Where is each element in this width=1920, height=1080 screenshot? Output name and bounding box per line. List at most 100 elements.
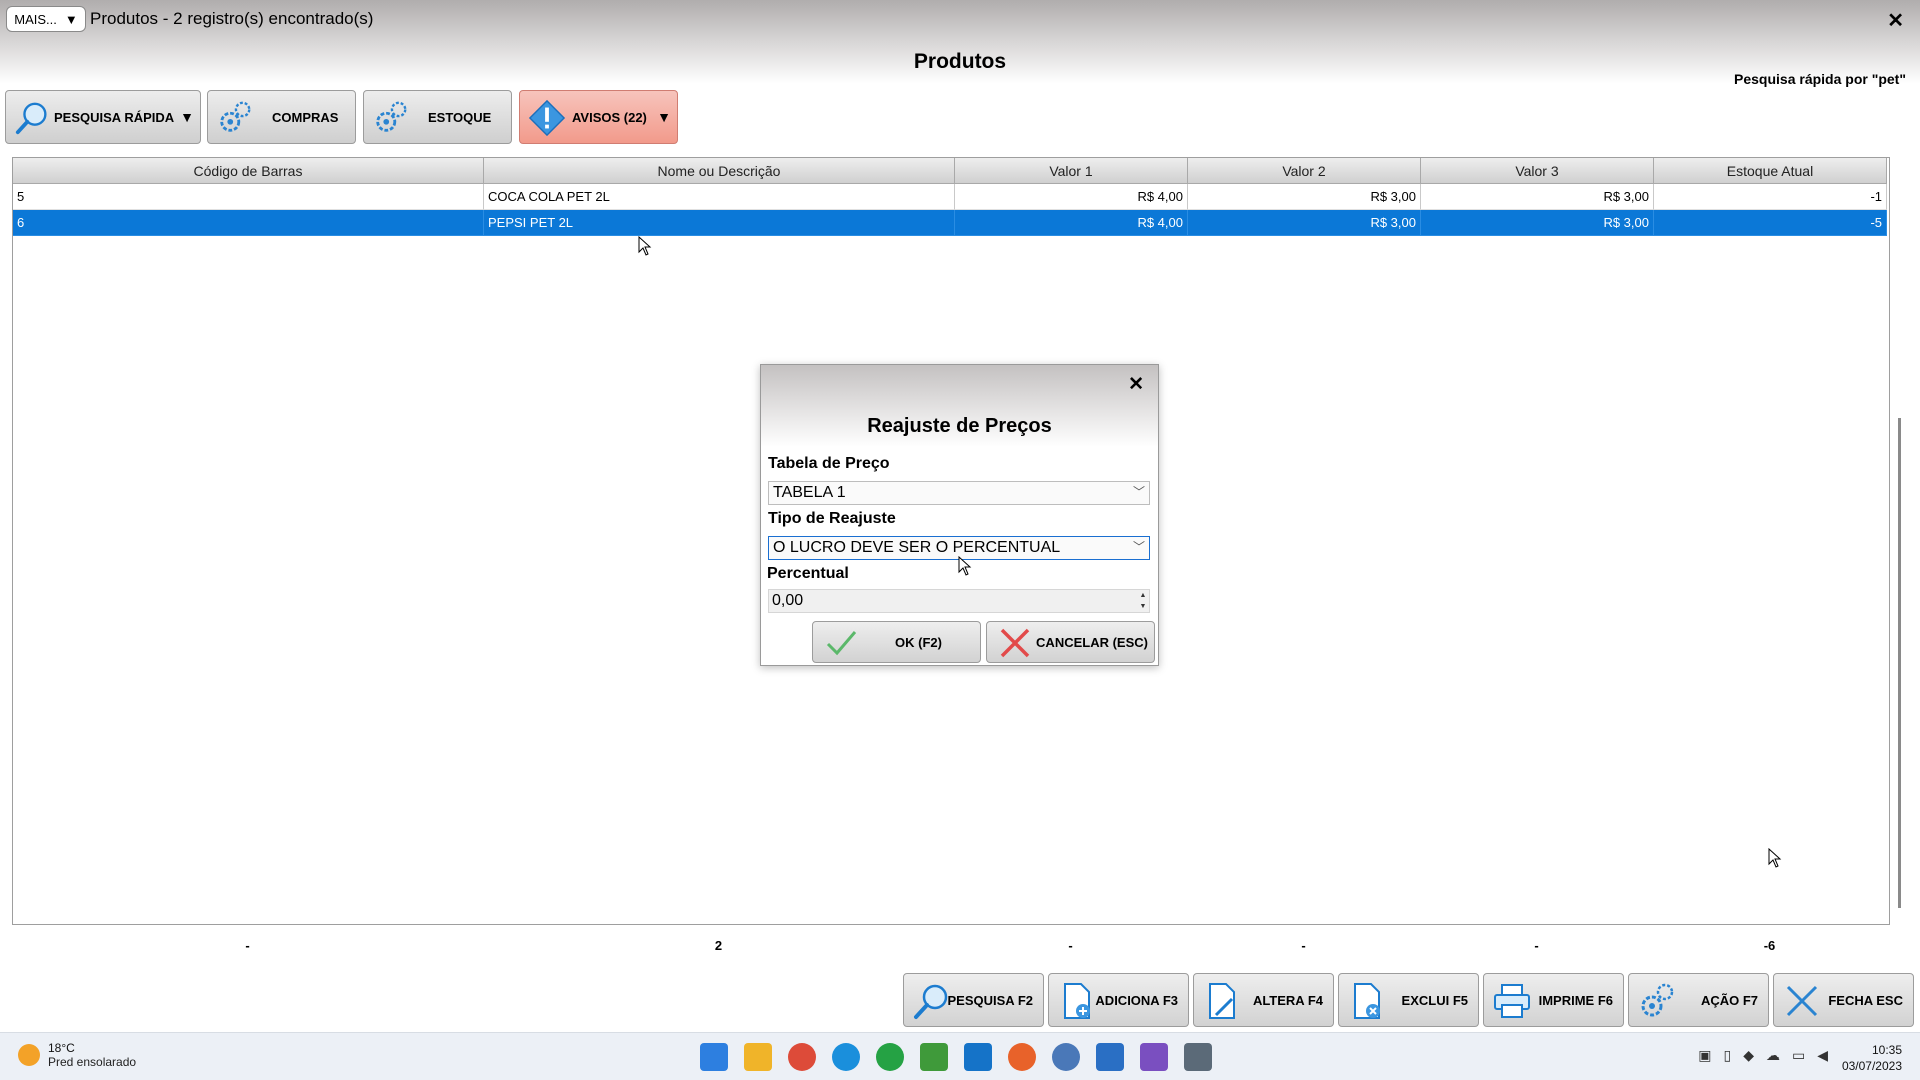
clock[interactable]: 10:35 03/07/2023 xyxy=(1842,1042,1902,1074)
compras-label: COMPRAS xyxy=(272,110,339,125)
imprime-f6-label: IMPRIME F6 xyxy=(1538,993,1613,1008)
chevron-down-icon: ▼ xyxy=(64,11,78,27)
acao-f7-label: AÇÃO F7 xyxy=(1700,993,1758,1008)
date: 03/07/2023 xyxy=(1841,1059,1902,1073)
cancel-x-icon xyxy=(1000,628,1030,658)
chevron-down-icon: ﹀ xyxy=(1132,485,1145,499)
dialog-close-button[interactable]: ✕ xyxy=(1128,373,1144,396)
start-icon[interactable] xyxy=(700,1043,728,1071)
cancel-button[interactable]: CANCELAR (ESC) xyxy=(986,621,1155,663)
settings-icon[interactable] xyxy=(1052,1043,1080,1071)
ok-label: OK (F2) xyxy=(895,635,942,650)
estoque-label: ESTOQUE xyxy=(428,110,492,125)
weather-text: Pred ensolarado xyxy=(48,1055,137,1069)
quick-search-label: PESQUISA RÁPIDA xyxy=(54,110,175,125)
gears-icon xyxy=(220,101,251,132)
close-window-button[interactable]: ✕ xyxy=(1887,8,1904,33)
mais-menu-button[interactable]: MAIS... ▼ xyxy=(6,6,86,32)
fecha-esc-label: FECHA ESC xyxy=(1828,993,1903,1008)
cell-valor3: R$ 3,00 xyxy=(1421,184,1654,210)
file-explorer-icon[interactable] xyxy=(744,1043,772,1071)
exclui-f5-button[interactable]: EXCLUI F5 xyxy=(1338,973,1479,1027)
table-row-selected[interactable]: 6 PEPSI PET 2L R$ 4,00 R$ 3,00 R$ 3,00 -… xyxy=(13,210,1887,236)
mouse-cursor-icon xyxy=(638,236,652,256)
imprime-f6-button[interactable]: IMPRIME F6 xyxy=(1483,973,1624,1027)
edit-document-icon xyxy=(1209,983,1235,1019)
notepad-icon[interactable] xyxy=(1096,1043,1124,1071)
chevron-down-icon[interactable]: ▼ xyxy=(657,109,671,125)
column-header[interactable]: Código de Barras xyxy=(13,158,484,184)
tabela-select[interactable]: TABELA 1 ﹀ xyxy=(768,481,1150,505)
table-header: Código de Barras Nome ou Descrição Valor… xyxy=(13,158,1887,184)
media-icon[interactable] xyxy=(1140,1043,1168,1071)
cell-codigo: 5 xyxy=(13,184,484,210)
tabela-label: Tabela de Preço xyxy=(768,455,890,472)
volume-icon[interactable]: ◀ xyxy=(1817,1047,1828,1064)
cell-valor1: R$ 4,00 xyxy=(955,210,1188,236)
estoque-button[interactable]: ESTOQUE xyxy=(363,90,512,144)
cell-valor2: R$ 3,00 xyxy=(1188,210,1421,236)
network-icon[interactable]: ▭ xyxy=(1792,1047,1805,1064)
title-bar: MAIS... ▼ Produtos - 2 registro(s) encon… xyxy=(0,0,1920,40)
compras-button[interactable]: COMPRAS xyxy=(207,90,356,144)
quick-search-button[interactable]: PESQUISA RÁPIDA ▼ xyxy=(5,90,201,144)
erp-app-icon[interactable] xyxy=(1184,1043,1212,1071)
tipo-value: O LUCRO DEVE SER O PERCENTUAL xyxy=(773,539,1061,556)
chevron-down-icon: ﹀ xyxy=(1132,540,1145,554)
altera-f4-button[interactable]: ALTERA F4 xyxy=(1193,973,1334,1027)
total-cell: - xyxy=(245,938,250,953)
cell-valor2: R$ 3,00 xyxy=(1188,184,1421,210)
fecha-esc-button[interactable]: FECHA ESC xyxy=(1773,973,1914,1027)
pesquisa-f2-button[interactable]: PESQUISA F2 xyxy=(903,973,1044,1027)
adiciona-f3-label: ADICIONA F3 xyxy=(1095,993,1178,1008)
percentual-input[interactable]: 0,00 ▲ ▼ xyxy=(768,589,1150,613)
cancel-label: CANCELAR (ESC) xyxy=(1036,635,1148,650)
column-header[interactable]: Valor 3 xyxy=(1421,158,1654,184)
chrome-icon[interactable] xyxy=(788,1043,816,1071)
percentual-value: 0,00 xyxy=(772,592,804,609)
chevron-down-icon[interactable]: ▼ xyxy=(180,109,194,125)
avisos-button[interactable]: AVISOS (22) ▼ xyxy=(519,90,678,144)
total-cell: -6 xyxy=(1763,938,1776,953)
cell-valor1: R$ 4,00 xyxy=(955,184,1188,210)
add-document-icon xyxy=(1064,983,1090,1019)
products-window: MAIS... ▼ Produtos - 2 registro(s) encon… xyxy=(0,0,1920,1032)
quick-search-status: Pesquisa rápida por "pet" xyxy=(1734,71,1906,87)
vertical-scrollbar[interactable] xyxy=(1898,418,1901,908)
mouse-cursor-icon xyxy=(1768,848,1782,868)
tray-app-icon[interactable]: ▣ xyxy=(1698,1047,1711,1064)
ok-button[interactable]: OK (F2) xyxy=(812,621,981,663)
cloud-icon[interactable]: ☁ xyxy=(1766,1047,1780,1064)
spin-buttons[interactable]: ▲ ▼ xyxy=(1137,590,1149,612)
dialog-title: Reajuste de Preços xyxy=(867,415,1052,437)
firefox-icon[interactable] xyxy=(1008,1043,1036,1071)
os-taskbar: 18°C Pred ensolarado ▣ ▯ ◆ ☁ ▭ ◀ 10:35 0… xyxy=(0,1032,1920,1080)
warning-diamond-icon xyxy=(528,99,566,137)
tabela-value: TABELA 1 xyxy=(773,484,846,501)
acao-f7-button[interactable]: AÇÃO F7 xyxy=(1628,973,1769,1027)
page-title: Produtos xyxy=(913,50,1007,73)
column-header[interactable]: Estoque Atual xyxy=(1654,158,1887,184)
column-header[interactable]: Nome ou Descrição xyxy=(484,158,955,184)
total-cell: 2 xyxy=(714,938,723,953)
cell-estoque: -5 xyxy=(1654,210,1887,236)
total-cell: - xyxy=(1301,938,1306,953)
window-title: Produtos - 2 registro(s) encontrado(s) xyxy=(90,9,374,28)
column-header[interactable]: Valor 2 xyxy=(1188,158,1421,184)
edge-icon[interactable] xyxy=(832,1043,860,1071)
usb-icon[interactable]: ▯ xyxy=(1723,1047,1731,1064)
mail-icon[interactable] xyxy=(964,1043,992,1071)
totals-row: - 2 - - - -6 xyxy=(12,938,1886,953)
column-header[interactable]: Valor 1 xyxy=(955,158,1188,184)
pesquisa-f2-label: PESQUISA F2 xyxy=(947,993,1033,1008)
weather-widget[interactable]: 18°C Pred ensolarado xyxy=(18,1041,136,1069)
total-cell: - xyxy=(1068,938,1073,953)
adiciona-f3-button[interactable]: ADICIONA F3 xyxy=(1048,973,1189,1027)
spreadsheet-icon[interactable] xyxy=(920,1043,948,1071)
delete-document-icon xyxy=(1354,983,1380,1019)
shield-icon[interactable]: ◆ xyxy=(1743,1047,1754,1064)
price-adjust-dialog: ✕ Reajuste de Preços Tabela de Preço TAB… xyxy=(760,364,1159,666)
table-row[interactable]: 5 COCA COLA PET 2L R$ 4,00 R$ 3,00 R$ 3,… xyxy=(13,184,1887,210)
close-icon xyxy=(1786,985,1818,1017)
whatsapp-icon[interactable] xyxy=(876,1043,904,1071)
